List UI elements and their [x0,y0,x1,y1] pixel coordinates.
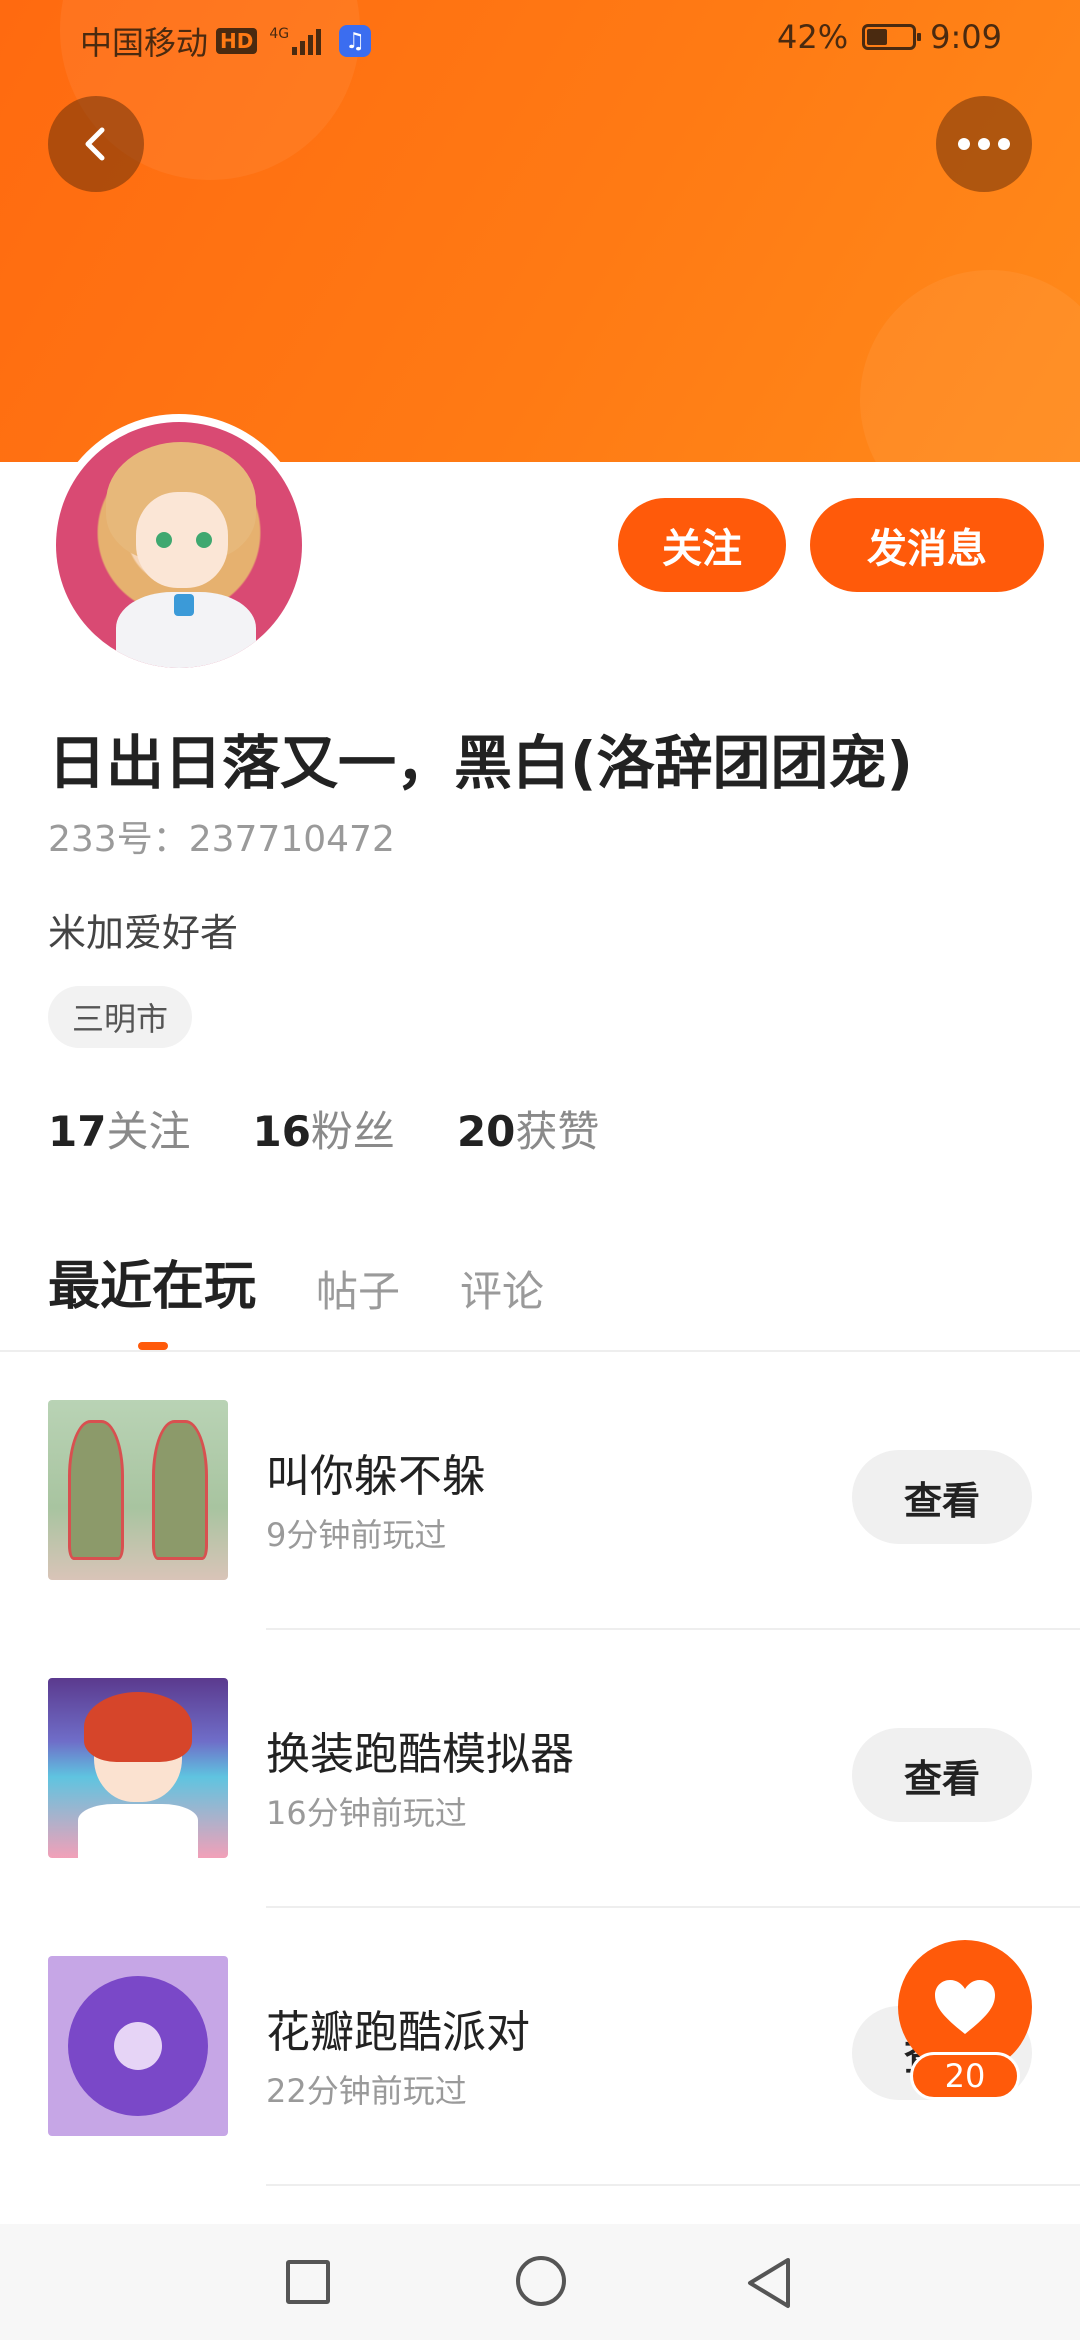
like-count-badge: 20 [910,2052,1020,2100]
view-button[interactable]: 查看 [852,1728,1032,1822]
stat-number: 16 [252,1107,311,1156]
more-dots-icon [958,138,1010,150]
tab-bar: 最近在玩 帖子 评论 [48,1244,544,1319]
user-id: 233号：237710472 [48,819,395,860]
game-thumbnail [48,1678,228,1858]
list-item[interactable]: 换装跑酷模拟器 16分钟前玩过 查看 [0,1630,1080,1908]
stat-followers[interactable]: 16粉丝 [252,1098,394,1159]
carrier-label: 中国移动 [80,24,209,62]
stat-number: 17 [48,1107,107,1156]
music-app-icon: ♫ [339,25,372,57]
bio: 米加爱好者 [48,911,239,955]
stat-following[interactable]: 17关注 [48,1098,190,1159]
game-thumbnail [48,1956,228,2136]
back-button[interactable] [48,96,144,192]
back-nav-icon[interactable] [744,2256,794,2310]
profile-banner: 中国移动 HD 4G ♫ 42% 9:09 [0,0,1080,462]
avatar[interactable] [48,414,310,676]
stat-label: 获赞 [515,1107,600,1156]
played-time: 22分钟前玩过 [266,2072,467,2110]
game-thumbnail [48,1400,228,1580]
tab-posts[interactable]: 帖子 [316,1258,400,1319]
battery-icon [862,24,922,50]
view-button[interactable]: 查看 [852,1450,1032,1544]
more-button[interactable] [936,96,1032,192]
heart-icon [935,1980,995,2034]
signal-icon: 4G [269,26,322,55]
tab-recently-played[interactable]: 最近在玩 [48,1244,256,1319]
banner-decoration [860,270,1080,462]
status-bar: 中国移动 HD 4G ♫ 42% 9:09 [0,0,1080,72]
divider [266,2184,1080,2186]
game-title: 叫你躲不躲 [266,1451,486,1502]
stat-likes[interactable]: 20获赞 [457,1098,599,1159]
follow-button[interactable]: 关注 [618,498,786,592]
tab-indicator [138,1342,168,1350]
played-time: 16分钟前玩过 [266,1794,467,1832]
system-nav-bar [0,2224,1080,2340]
chevron-left-icon [85,127,105,161]
network-type: 4G [269,26,290,42]
hd-badge: HD [216,28,258,54]
location-tag: 三明市 [48,986,193,1048]
username: 日出日落又一，黑白(洛辞团团宠) [48,729,914,797]
stat-label: 粉丝 [310,1107,395,1156]
stat-label: 关注 [106,1107,191,1156]
clock: 9:09 [930,18,1002,56]
recents-icon[interactable] [286,2260,330,2304]
game-title: 花瓣跑酷派对 [266,2007,530,2058]
played-time: 9分钟前玩过 [266,1516,447,1554]
game-title: 换装跑酷模拟器 [266,1729,574,1780]
send-message-button[interactable]: 发消息 [810,498,1044,592]
battery-percent: 42% [777,18,849,56]
tab-comments[interactable]: 评论 [460,1258,544,1319]
stat-number: 20 [456,1107,516,1156]
list-item[interactable]: 叫你躲不躲 9分钟前玩过 查看 [0,1352,1080,1630]
home-icon[interactable] [516,2256,566,2306]
profile-stats: 17关注 16粉丝 20获赞 [48,1098,599,1159]
